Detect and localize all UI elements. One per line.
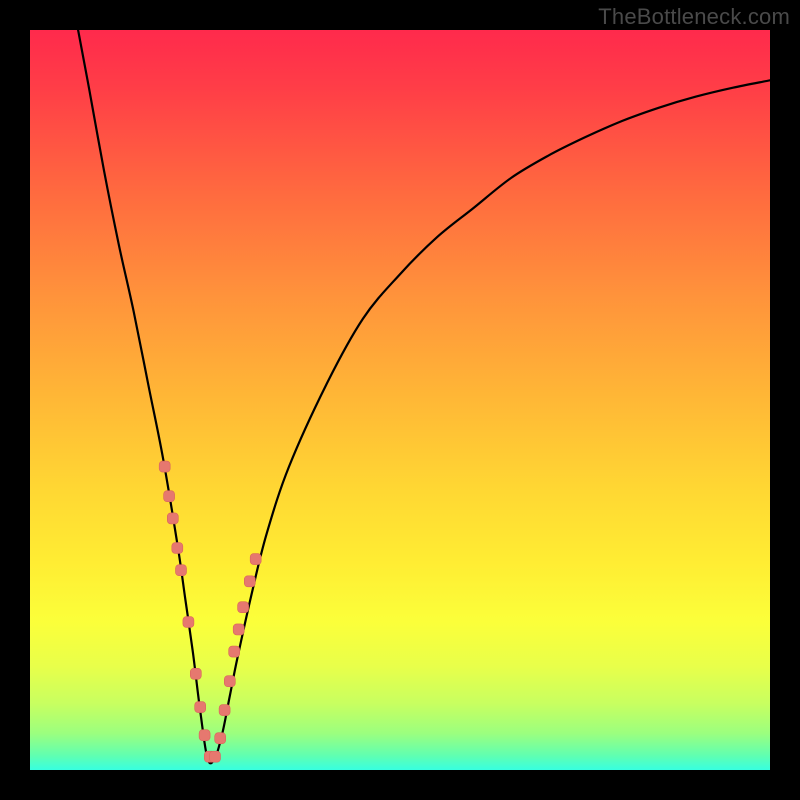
- data-marker: [176, 565, 187, 576]
- data-marker: [229, 646, 240, 657]
- bottleneck-curve: [78, 30, 770, 763]
- data-marker: [190, 668, 201, 679]
- data-marker: [199, 730, 210, 741]
- data-marker: [195, 702, 206, 713]
- data-marker: [244, 576, 255, 587]
- data-marker: [233, 624, 244, 635]
- watermark-text: TheBottleneck.com: [598, 4, 790, 30]
- data-marker: [159, 461, 170, 472]
- data-marker: [167, 513, 178, 524]
- data-marker: [250, 554, 261, 565]
- data-marker: [215, 733, 226, 744]
- data-marker: [210, 751, 221, 762]
- marker-group: [159, 461, 261, 762]
- plot-area: [30, 30, 770, 770]
- data-marker: [164, 491, 175, 502]
- data-marker: [172, 543, 183, 554]
- data-marker: [238, 602, 249, 613]
- data-marker: [224, 676, 235, 687]
- chart-frame: TheBottleneck.com: [0, 0, 800, 800]
- chart-svg: [30, 30, 770, 770]
- data-marker: [183, 617, 194, 628]
- data-marker: [219, 705, 230, 716]
